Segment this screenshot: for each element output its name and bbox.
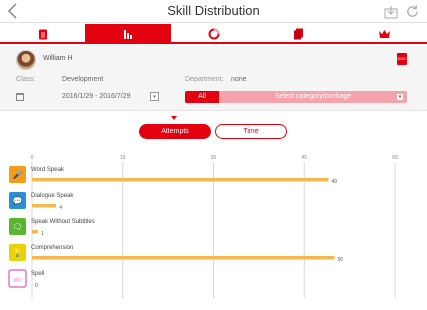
date-dropdown-button[interactable]: ▾ bbox=[150, 92, 159, 101]
bar bbox=[32, 178, 329, 182]
user-name: William H bbox=[43, 55, 73, 62]
speech-bubbles-icon: 🗨 bbox=[9, 218, 26, 235]
bar bbox=[32, 230, 39, 234]
lightbulb-icon: 💡 bbox=[9, 244, 26, 261]
svg-text:🎤: 🎤 bbox=[13, 170, 23, 180]
chevron-down-icon: ▾ bbox=[397, 94, 403, 100]
dialogue-icon: 💬 bbox=[9, 192, 26, 209]
page-title: Skill Distribution bbox=[167, 3, 260, 18]
bar-chart-icon bbox=[124, 29, 133, 39]
x-tick-label: 45 bbox=[301, 155, 307, 161]
data-label: 0 bbox=[35, 283, 38, 289]
department-label: Department: bbox=[185, 76, 224, 83]
category-label: Speak Without Subtitles bbox=[31, 219, 95, 225]
x-tick-label: 15 bbox=[120, 155, 126, 161]
ring-chart-icon bbox=[208, 28, 220, 40]
crown-icon bbox=[378, 30, 390, 38]
refresh-icon[interactable] bbox=[405, 4, 420, 19]
pages-icon bbox=[294, 28, 304, 40]
category-label: Spell bbox=[31, 271, 44, 277]
svg-text:💬: 💬 bbox=[13, 196, 23, 206]
date-range[interactable]: 2016/1/29 - 2016/7/29 bbox=[62, 93, 131, 100]
selected-indicator-icon bbox=[171, 116, 177, 120]
tab-pages[interactable] bbox=[256, 24, 341, 44]
filter-panel: William H DOC Class: Development Departm… bbox=[0, 45, 427, 111]
bar bbox=[32, 204, 57, 208]
category-select[interactable]: Select category/package ▾ bbox=[219, 91, 407, 103]
svg-text:💡: 💡 bbox=[13, 248, 23, 258]
skill-chart: 0 15 30 45 60 🎤 Word Speak 49 💬 Dialogue Speak 4 🗨 S… bbox=[0, 150, 427, 310]
tab-progress[interactable] bbox=[171, 24, 256, 44]
tab-bar bbox=[0, 24, 427, 44]
microphone-icon: 🎤 bbox=[9, 166, 26, 183]
avatar bbox=[16, 50, 36, 70]
class-label: Class: bbox=[16, 76, 36, 83]
top-bar: Skill Distribution bbox=[0, 0, 427, 23]
svg-text:abc: abc bbox=[13, 278, 22, 284]
data-label: 50 bbox=[338, 257, 344, 263]
class-value: Development bbox=[62, 76, 104, 83]
category-placeholder: Select category/package bbox=[274, 93, 352, 100]
x-tick-label: 30 bbox=[211, 155, 217, 161]
svg-text:🗨: 🗨 bbox=[12, 223, 22, 232]
back-arrow-icon[interactable] bbox=[4, 2, 20, 20]
tab-ranking[interactable] bbox=[342, 24, 427, 44]
department-value: none bbox=[231, 76, 247, 83]
tab-report[interactable] bbox=[0, 24, 85, 44]
x-tick-label: 60 bbox=[392, 155, 398, 161]
attempts-toggle-button[interactable]: Attempts bbox=[139, 124, 211, 139]
export-icon[interactable]: DOC bbox=[397, 53, 407, 65]
bar bbox=[32, 256, 335, 260]
calendar-icon[interactable] bbox=[16, 93, 24, 101]
document-icon bbox=[38, 29, 47, 39]
category-label: Word Speak bbox=[31, 167, 65, 173]
download-icon[interactable] bbox=[384, 5, 398, 19]
data-label: 1 bbox=[41, 231, 44, 237]
data-label: 4 bbox=[59, 205, 62, 211]
tab-skill-distribution[interactable] bbox=[85, 24, 171, 44]
category-label: Dialogue Speak bbox=[31, 193, 74, 199]
skill-bar-chart: 0 15 30 45 60 🎤 Word Speak 49 💬 Dialogue Speak 4 🗨 S… bbox=[8, 155, 398, 298]
category-label: Comprehension bbox=[31, 245, 73, 251]
category-all-button[interactable]: All bbox=[185, 91, 219, 103]
data-label: 49 bbox=[331, 179, 337, 185]
category-selector[interactable]: All Select category/package ▾ bbox=[185, 91, 407, 103]
abc-icon: abc bbox=[8, 269, 27, 288]
time-toggle-button[interactable]: Time bbox=[215, 124, 287, 139]
x-tick-label: 0 bbox=[31, 155, 34, 161]
